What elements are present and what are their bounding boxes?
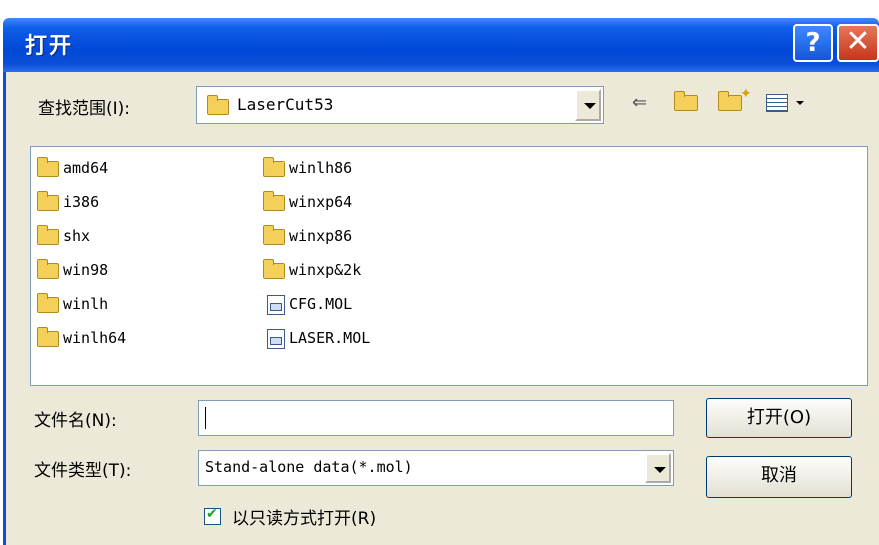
list-item[interactable]: winlh <box>37 291 108 317</box>
view-menu-icon <box>766 94 788 112</box>
text-caret <box>205 407 206 429</box>
list-item[interactable]: winxp86 <box>263 223 352 249</box>
filename-label: 文件名(N): <box>34 411 117 431</box>
look-in-label: 查找范围(I): <box>38 99 131 119</box>
up-folder-button[interactable] <box>674 91 698 120</box>
filetype-dropdown[interactable]: Stand-alone data(*.mol) <box>198 450 674 486</box>
folder-icon <box>37 292 59 313</box>
readonly-label: 以只读方式打开(R) <box>232 509 377 529</box>
help-button[interactable]: ? <box>793 24 833 62</box>
dialog-body: 查找范围(I): LaserCut53 ⇐ ✦ amd64 i386 shx w… <box>3 72 879 545</box>
up-folder-icon <box>674 91 698 111</box>
chevron-down-icon[interactable] <box>575 89 601 121</box>
open-file-dialog: 打开 ? ✕ 查找范围(I): LaserCut53 ⇐ ✦ amd64 i38… <box>0 0 879 545</box>
back-button[interactable]: ⇐ <box>632 92 647 120</box>
readonly-checkbox[interactable] <box>204 506 221 525</box>
close-button[interactable]: ✕ <box>837 24 879 62</box>
view-menu-button[interactable] <box>766 92 804 120</box>
cancel-button[interactable]: 取消 <box>706 456 852 498</box>
look-in-dropdown[interactable]: LaserCut53 <box>196 86 604 124</box>
filetype-label: 文件类型(T): <box>34 461 132 481</box>
folder-icon <box>37 156 59 177</box>
list-item[interactable]: winxp64 <box>263 189 352 215</box>
list-item[interactable]: winlh64 <box>37 325 126 351</box>
new-folder-button[interactable]: ✦ <box>718 86 752 120</box>
open-button[interactable]: 打开(O) <box>706 398 852 438</box>
list-item[interactable]: CFG.MOL <box>267 291 352 317</box>
folder-icon <box>263 190 285 211</box>
file-list[interactable]: amd64 i386 shx win98 winlh winlh64 winlh… <box>30 146 868 386</box>
title-bar[interactable]: 打开 ? ✕ <box>3 18 879 72</box>
folder-icon <box>37 224 59 245</box>
list-item[interactable]: winxp&2k <box>263 257 361 283</box>
folder-icon <box>37 190 59 211</box>
chevron-down-icon[interactable] <box>645 453 671 483</box>
folder-icon <box>263 258 285 279</box>
filename-input[interactable] <box>198 400 674 436</box>
folder-icon <box>263 156 285 177</box>
back-arrow-icon: ⇐ <box>632 92 648 113</box>
look-in-value: LaserCut53 <box>237 95 334 114</box>
list-item[interactable]: LASER.MOL <box>267 325 370 351</box>
list-item[interactable]: winlh86 <box>263 155 352 181</box>
list-item[interactable]: win98 <box>37 257 108 283</box>
list-item[interactable]: amd64 <box>37 155 108 181</box>
mol-file-icon <box>267 328 285 349</box>
new-folder-icon <box>718 91 742 111</box>
chevron-down-icon <box>795 101 804 105</box>
sparkle-icon: ✦ <box>740 86 752 102</box>
folder-icon <box>37 258 59 279</box>
folder-icon <box>263 224 285 245</box>
folder-icon <box>207 95 229 115</box>
mol-file-icon <box>267 294 285 315</box>
list-item[interactable]: shx <box>37 223 90 249</box>
folder-icon <box>37 326 59 347</box>
filetype-value: Stand-alone data(*.mol) <box>205 458 413 476</box>
dialog-title: 打开 <box>25 34 74 59</box>
list-item[interactable]: i386 <box>37 189 99 215</box>
